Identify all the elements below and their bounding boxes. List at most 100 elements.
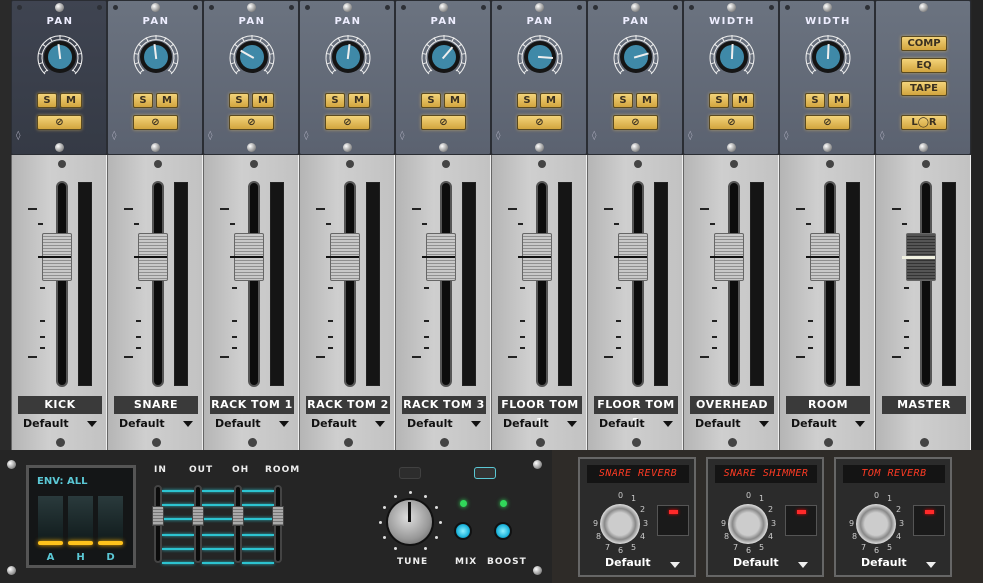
mute-button[interactable]: M <box>732 93 754 108</box>
phase-invert-button[interactable]: ⊘ <box>421 115 466 130</box>
lr-swap-button[interactable]: L◯R <box>901 115 947 130</box>
mixer-slider-oh[interactable] <box>232 506 244 526</box>
fader-track[interactable] <box>824 181 836 387</box>
envelope-bar-h[interactable] <box>68 496 93 543</box>
fx-enable-button[interactable] <box>657 505 689 536</box>
fx-preset-dropdown[interactable]: Default <box>605 556 651 569</box>
phase-invert-button[interactable]: ⊘ <box>805 115 850 130</box>
pan-knob[interactable] <box>227 32 277 82</box>
volume-fader[interactable] <box>38 233 72 281</box>
chevron-down-icon[interactable] <box>926 562 936 568</box>
phase-invert-button[interactable]: ⊘ <box>709 115 754 130</box>
phase-invert-button[interactable]: ⊘ <box>517 115 562 130</box>
mute-button[interactable]: M <box>252 93 274 108</box>
preset-dropdown[interactable]: Default <box>311 417 385 430</box>
preset-dropdown[interactable]: Default <box>215 417 289 430</box>
mixer-slider-out[interactable] <box>192 506 204 526</box>
tune-scale-dot <box>424 546 427 550</box>
pan-knob[interactable] <box>323 32 373 82</box>
width-knob[interactable] <box>803 32 853 82</box>
solo-button[interactable]: S <box>229 93 249 108</box>
fader-track[interactable] <box>632 181 644 387</box>
fx-send-knob[interactable] <box>728 504 768 544</box>
mute-button[interactable]: M <box>156 93 178 108</box>
width-knob[interactable] <box>707 32 757 82</box>
tune-link-toggle[interactable] <box>399 467 421 479</box>
fx-send-knob[interactable] <box>600 504 640 544</box>
pan-knob[interactable] <box>419 32 469 82</box>
mixer-slider-in[interactable] <box>152 506 164 526</box>
fader-track[interactable] <box>248 181 260 387</box>
envelope-bar-d[interactable] <box>98 496 123 543</box>
phase-invert-button[interactable]: ⊘ <box>37 115 82 130</box>
volume-fader[interactable] <box>902 233 936 281</box>
screw <box>533 566 542 575</box>
tape-button[interactable]: TAPE <box>901 81 947 96</box>
preset-dropdown[interactable]: Default <box>23 417 97 430</box>
phase-invert-button[interactable]: ⊘ <box>325 115 370 130</box>
screw <box>55 143 64 152</box>
solo-button[interactable]: S <box>805 93 825 108</box>
phase-invert-button[interactable]: ⊘ <box>613 115 658 130</box>
volume-fader[interactable] <box>134 233 168 281</box>
pan-knob[interactable] <box>515 32 565 82</box>
volume-fader[interactable] <box>422 233 456 281</box>
fx-preset-dropdown[interactable]: Default <box>861 556 907 569</box>
mute-button[interactable]: M <box>60 93 82 108</box>
mute-button[interactable]: M <box>444 93 466 108</box>
comp-button[interactable]: COMP <box>901 36 947 51</box>
eq-button[interactable]: EQ <box>901 58 947 73</box>
phase-invert-button[interactable]: ⊘ <box>133 115 178 130</box>
solo-button[interactable]: S <box>421 93 441 108</box>
mute-button[interactable]: M <box>540 93 562 108</box>
preset-dropdown[interactable]: Default <box>407 417 481 430</box>
chevron-down-icon[interactable] <box>670 562 680 568</box>
solo-button[interactable]: S <box>133 93 153 108</box>
fader-track[interactable] <box>152 181 164 387</box>
volume-fader[interactable] <box>518 233 552 281</box>
fader-track[interactable] <box>56 181 68 387</box>
pan-knob[interactable] <box>131 32 181 82</box>
mix-boost-link-toggle[interactable] <box>474 467 496 479</box>
preset-dropdown[interactable]: Default <box>791 417 865 430</box>
fader-track[interactable] <box>728 181 740 387</box>
volume-fader[interactable] <box>710 233 744 281</box>
fader-track[interactable] <box>536 181 548 387</box>
solo-button[interactable]: S <box>517 93 537 108</box>
volume-fader[interactable] <box>326 233 360 281</box>
preset-dropdown[interactable]: Default <box>695 417 769 430</box>
envelope-display[interactable]: ENV: ALL A H D <box>26 465 136 568</box>
solo-button[interactable]: S <box>613 93 633 108</box>
volume-fader[interactable] <box>230 233 264 281</box>
drum-mixer: PAN S M ⊘ ◊ KICK Default PAN S M ⊘ ◊ SNA… <box>0 0 983 583</box>
mute-button[interactable]: M <box>828 93 850 108</box>
preset-dropdown[interactable]: Default <box>119 417 193 430</box>
volume-fader[interactable] <box>806 233 840 281</box>
preset-dropdown[interactable]: Default <box>503 417 577 430</box>
volume-fader[interactable] <box>614 233 648 281</box>
pan-knob[interactable] <box>35 32 85 82</box>
fx-knob-number: 1 <box>759 494 765 503</box>
boost-button[interactable] <box>494 522 512 540</box>
phase-invert-button[interactable]: ⊘ <box>229 115 274 130</box>
tune-knob[interactable] <box>388 500 432 544</box>
mute-button[interactable]: M <box>636 93 658 108</box>
mute-button[interactable]: M <box>348 93 370 108</box>
fader-track[interactable] <box>920 181 932 387</box>
fader-track[interactable] <box>440 181 452 387</box>
pan-knob[interactable] <box>611 32 661 82</box>
chevron-down-icon[interactable] <box>798 562 808 568</box>
mix-button[interactable] <box>454 522 472 540</box>
fx-send-knob[interactable] <box>856 504 896 544</box>
solo-button[interactable]: S <box>325 93 345 108</box>
fader-track[interactable] <box>344 181 356 387</box>
fx-enable-button[interactable] <box>913 505 945 536</box>
preset-dropdown[interactable]: Default <box>599 417 673 430</box>
fx-enable-button[interactable] <box>785 505 817 536</box>
solo-button[interactable]: S <box>37 93 57 108</box>
tune-label: TUNE <box>397 557 429 567</box>
fx-preset-dropdown[interactable]: Default <box>733 556 779 569</box>
envelope-bar-a[interactable] <box>38 496 63 543</box>
solo-button[interactable]: S <box>709 93 729 108</box>
mixer-slider-room[interactable] <box>272 506 284 526</box>
